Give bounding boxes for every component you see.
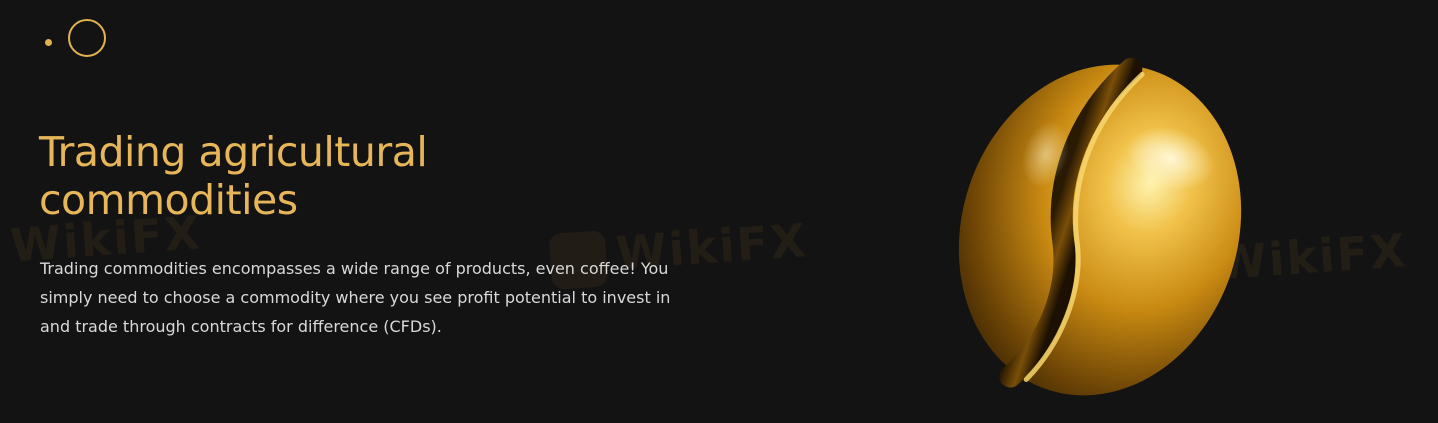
hero-description-line-2: simply need to choose a commodity where … [40, 288, 671, 307]
hero-description-line-1: Trading commodities encompasses a wide r… [40, 259, 669, 278]
coffee-bean-icon [958, 57, 1242, 396]
hero-title-line-2: commodities [39, 176, 298, 224]
hero-title: Trading agricultural commodities [39, 128, 599, 224]
small-dot-icon [45, 39, 52, 46]
ring-icon [68, 19, 106, 57]
hero-section: WikiFX WikiFX WikiFX Trading agricultura… [0, 0, 1438, 423]
hero-description-line-3: and trade through contracts for differen… [40, 317, 442, 336]
hero-description: Trading commodities encompasses a wide r… [40, 254, 700, 341]
coffee-bean-image [930, 55, 1270, 405]
hero-title-line-1: Trading agricultural [39, 128, 428, 176]
